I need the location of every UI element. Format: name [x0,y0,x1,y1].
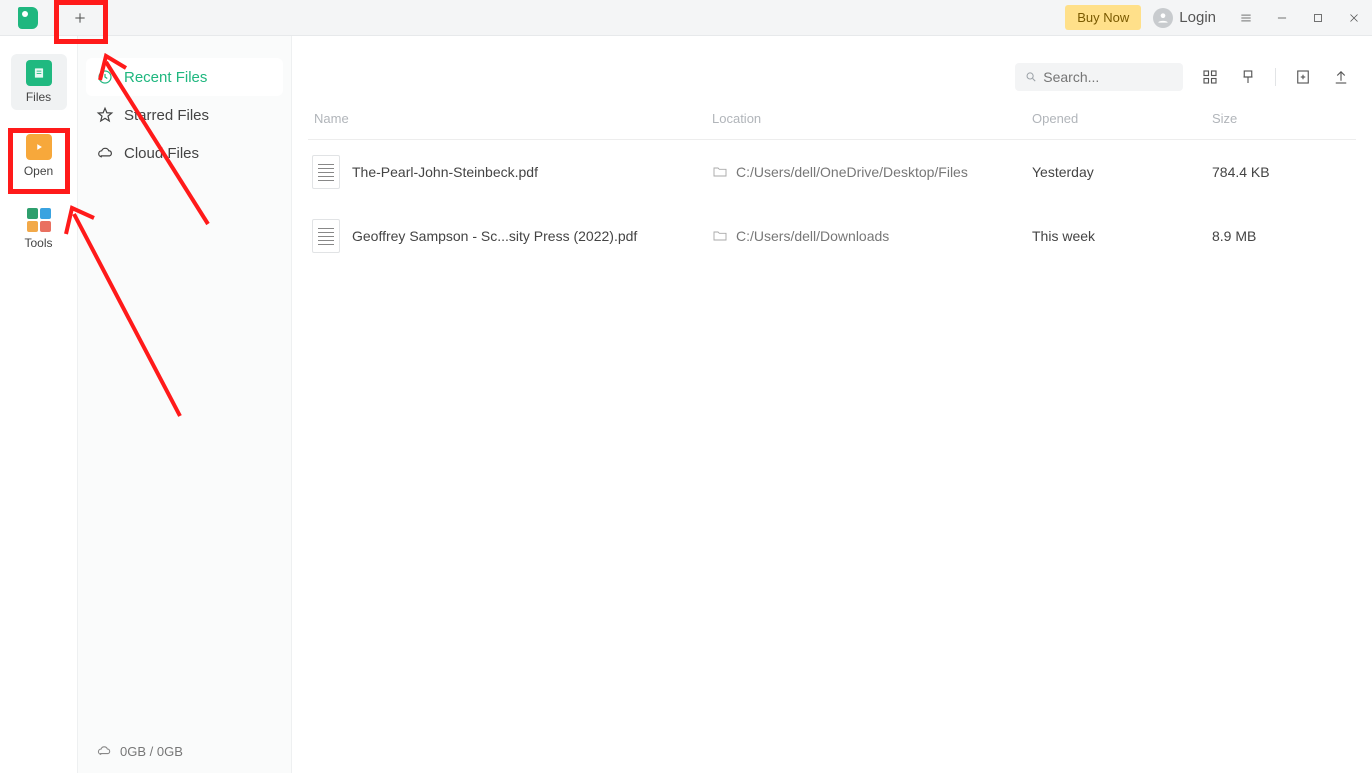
storage-footer: 0GB / 0GB [78,729,291,773]
main-content: Name Location Opened Size The-Pearl-John… [292,36,1372,773]
nav-item-label: Cloud Files [124,145,199,162]
avatar-icon [1153,8,1173,28]
open-folder-icon [26,134,52,160]
cloud-icon [96,144,114,162]
app-body: Files Open Tools Recent Files [0,36,1372,773]
nav-item-recent-files[interactable]: Recent Files [86,58,283,96]
file-opened: Yesterday [1032,164,1212,180]
new-tab-button[interactable] [56,0,104,36]
rail-item-files[interactable]: Files [11,54,67,110]
table-header: Name Location Opened Size [308,98,1356,140]
search-box[interactable] [1015,63,1183,91]
main-toolbar [308,56,1356,98]
clock-icon [96,68,114,86]
rail-item-label: Files [26,90,51,104]
nav-item-label: Recent Files [124,69,207,86]
window-minimize-button[interactable] [1264,0,1300,36]
table-row[interactable]: Geoffrey Sampson - Sc...sity Press (2022… [308,204,1356,268]
toolbar-separator [1275,68,1276,86]
nav-item-label: Starred Files [124,107,209,124]
file-location-cell: C:/Users/dell/OneDrive/Desktop/Files [712,164,1032,180]
folder-icon [712,164,728,180]
folder-icon [712,228,728,244]
column-header-name[interactable]: Name [312,111,712,126]
table-row[interactable]: The-Pearl-John-Steinbeck.pdf C:/Users/de… [308,140,1356,204]
plus-icon [72,10,88,26]
login-button[interactable]: Login [1153,8,1216,28]
app-logo [0,0,56,35]
maximize-icon [1311,11,1325,25]
close-icon [1347,11,1361,25]
pin-icon [1239,68,1257,86]
new-file-button[interactable] [1292,66,1314,88]
pdfelement-logo-icon [18,7,38,29]
search-icon [1025,70,1037,84]
rail-item-label: Tools [24,236,52,250]
column-header-size[interactable]: Size [1212,111,1352,126]
star-icon [96,106,114,124]
storage-text: 0GB / 0GB [120,744,183,759]
file-plus-icon [1294,68,1312,86]
minimize-icon [1275,11,1289,25]
file-name: Geoffrey Sampson - Sc...sity Press (2022… [352,228,712,244]
file-opened: This week [1032,228,1212,244]
file-nav-panel: Recent Files Starred Files Cloud Files 0… [78,36,292,773]
upload-icon [1332,68,1350,86]
grid-icon [1201,68,1219,86]
search-input[interactable] [1043,69,1173,85]
nav-item-starred-files[interactable]: Starred Files [78,96,291,134]
tools-grid-icon [27,208,51,232]
nav-item-cloud-files[interactable]: Cloud Files [78,134,291,172]
file-location-cell: C:/Users/dell/Downloads [712,228,1032,244]
rail-item-label: Open [24,164,53,178]
left-rail: Files Open Tools [0,36,78,773]
buy-now-button[interactable]: Buy Now [1065,5,1141,30]
login-label: Login [1179,9,1216,26]
window-maximize-button[interactable] [1300,0,1336,36]
hamburger-icon [1239,11,1253,25]
pin-button[interactable] [1237,66,1259,88]
file-name: The-Pearl-John-Steinbeck.pdf [352,164,712,180]
upload-button[interactable] [1330,66,1352,88]
view-grid-button[interactable] [1199,66,1221,88]
file-size: 8.9 MB [1212,228,1352,244]
file-size: 784.4 KB [1212,164,1352,180]
files-app-icon [26,60,52,86]
rail-item-open[interactable]: Open [11,128,67,184]
column-header-opened[interactable]: Opened [1032,111,1212,126]
titlebar: Buy Now Login [0,0,1372,36]
file-location: C:/Users/dell/OneDrive/Desktop/Files [736,164,968,180]
window-close-button[interactable] [1336,0,1372,36]
cloud-icon [96,743,112,759]
file-thumbnail-icon [312,155,340,189]
rail-item-tools[interactable]: Tools [11,202,67,256]
column-header-location[interactable]: Location [712,111,1032,126]
file-location: C:/Users/dell/Downloads [736,228,889,244]
menu-button[interactable] [1228,0,1264,36]
file-thumbnail-icon [312,219,340,253]
